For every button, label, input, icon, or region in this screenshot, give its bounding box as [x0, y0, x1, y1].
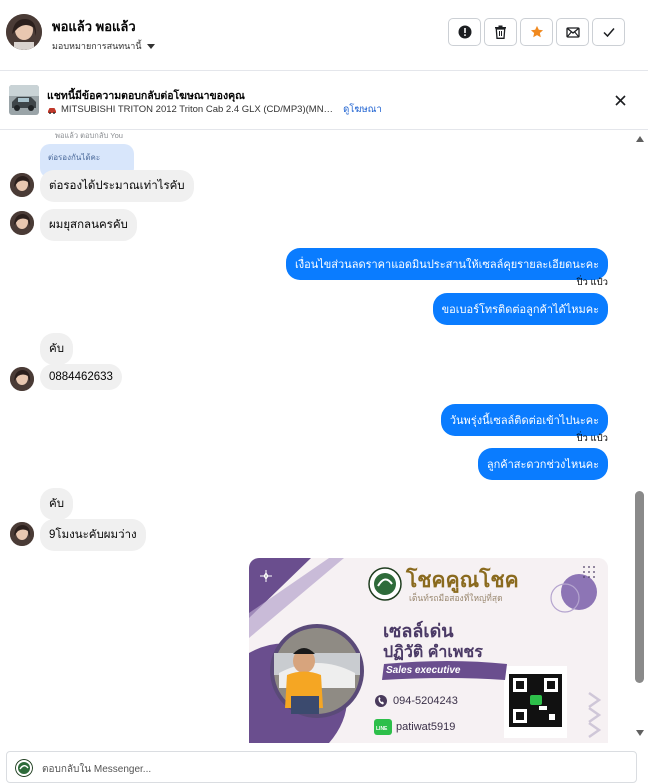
star-icon [530, 25, 543, 38]
assign-conversation-dropdown[interactable]: มอบหมายการสนทนานี้ [52, 39, 155, 53]
scrollbar-thumb[interactable] [635, 491, 644, 683]
caret-down-icon [146, 43, 155, 49]
outgoing-message[interactable]: ลูกค้าสะดวกช่วงไหนคะ [477, 448, 608, 480]
card-line-id: patiwat5919 [396, 721, 456, 733]
incoming-message[interactable]: 9โมงนะคับผมว่าง [40, 519, 146, 551]
ad-thumbnail[interactable] [9, 85, 39, 115]
sender-name: ปิ่ว แป๋ว [576, 277, 609, 288]
contact-avatar-small [10, 173, 34, 197]
card-fullname: ปฏิวัติ คำเพชร [383, 644, 483, 661]
view-ad-link[interactable]: ดูโฆษณา [343, 102, 382, 117]
card-tagline: เต็นท์รถมือสองที่ใหญ่ที่สุด [409, 593, 503, 603]
scroll-up-arrow-icon[interactable] [636, 136, 644, 142]
incoming-message[interactable]: คับ [40, 333, 73, 365]
alert-icon [458, 25, 471, 39]
delete-button[interactable] [484, 18, 517, 46]
message-scrollbar[interactable] [632, 131, 648, 743]
svg-text:LINE: LINE [376, 726, 388, 732]
reply-input-placeholder[interactable]: ตอบกลับใน Messenger... [42, 762, 151, 777]
mail-icon [565, 27, 580, 38]
scroll-down-arrow-icon[interactable] [636, 730, 644, 736]
mark-done-button[interactable] [592, 18, 625, 46]
messenger-inbox-thread: พอแล้ว พอแล้ว มอบหมายการสนทนานี้ แชทนี้ม… [0, 0, 648, 783]
star-button[interactable] [520, 18, 553, 46]
mark-spam-button[interactable] [448, 18, 481, 46]
incoming-message[interactable]: ต่อรองได้ประมาณเท่าไรคับ [40, 170, 194, 202]
message-list: พอแล้ว ตอบกลับ You ต่อรองกันได้คะ ต่อรอง… [0, 131, 632, 743]
sender-name: ปิ่ว แป๋ว [576, 433, 609, 444]
reply-composer[interactable]: ตอบกลับใน Messenger... [6, 751, 637, 783]
assign-label: มอบหมายการสนทนานี้ [52, 41, 142, 51]
close-icon [614, 94, 626, 106]
contact-avatar-small [10, 211, 34, 235]
outgoing-message[interactable]: ขอเบอร์โทรติดต่อลูกค้าได้ไหมคะ [432, 293, 608, 325]
incoming-message[interactable]: ผมยุสกลนครคับ [40, 209, 137, 241]
contact-avatar-small [10, 367, 34, 391]
close-banner-button[interactable] [610, 90, 630, 110]
contact-avatar[interactable] [6, 14, 42, 50]
mark-unread-button[interactable] [556, 18, 589, 46]
ad-context-banner: แชทนี้มีข้อความตอบกลับต่อโฆษณาของคุณ MIT… [0, 71, 648, 130]
ad-details: MITSUBISHI TRITON 2012 Triton Cab 2.4 GL… [47, 102, 382, 117]
checkmark-icon [602, 28, 615, 38]
contact-avatar-small [10, 522, 34, 546]
thread-header: พอแล้ว พอแล้ว มอบหมายการสนทนานี้ [0, 0, 648, 71]
incoming-message[interactable]: 0884462633 [40, 364, 122, 390]
card-role: Sales executive [386, 665, 461, 676]
trash-icon [495, 25, 506, 39]
outgoing-message[interactable]: เงื่อนไขส่วนลดราคาแอดมินประสานให้เซลล์คุ… [285, 248, 608, 280]
card-phone: 094-5204243 [393, 695, 458, 707]
page-avatar [15, 759, 33, 777]
sales-card-image[interactable]: LINE โชคคูณโชค เต็นท์รถมือสองที่ใหญ่ที่ส… [249, 558, 608, 743]
contact-name[interactable]: พอแล้ว พอแล้ว [52, 16, 136, 37]
car-icon [48, 107, 56, 114]
ad-text: MITSUBISHI TRITON 2012 Triton Cab 2.4 GL… [61, 104, 334, 115]
reply-context-label: พอแล้ว ตอบกลับ You [55, 131, 123, 140]
incoming-message[interactable]: คับ [40, 488, 73, 520]
